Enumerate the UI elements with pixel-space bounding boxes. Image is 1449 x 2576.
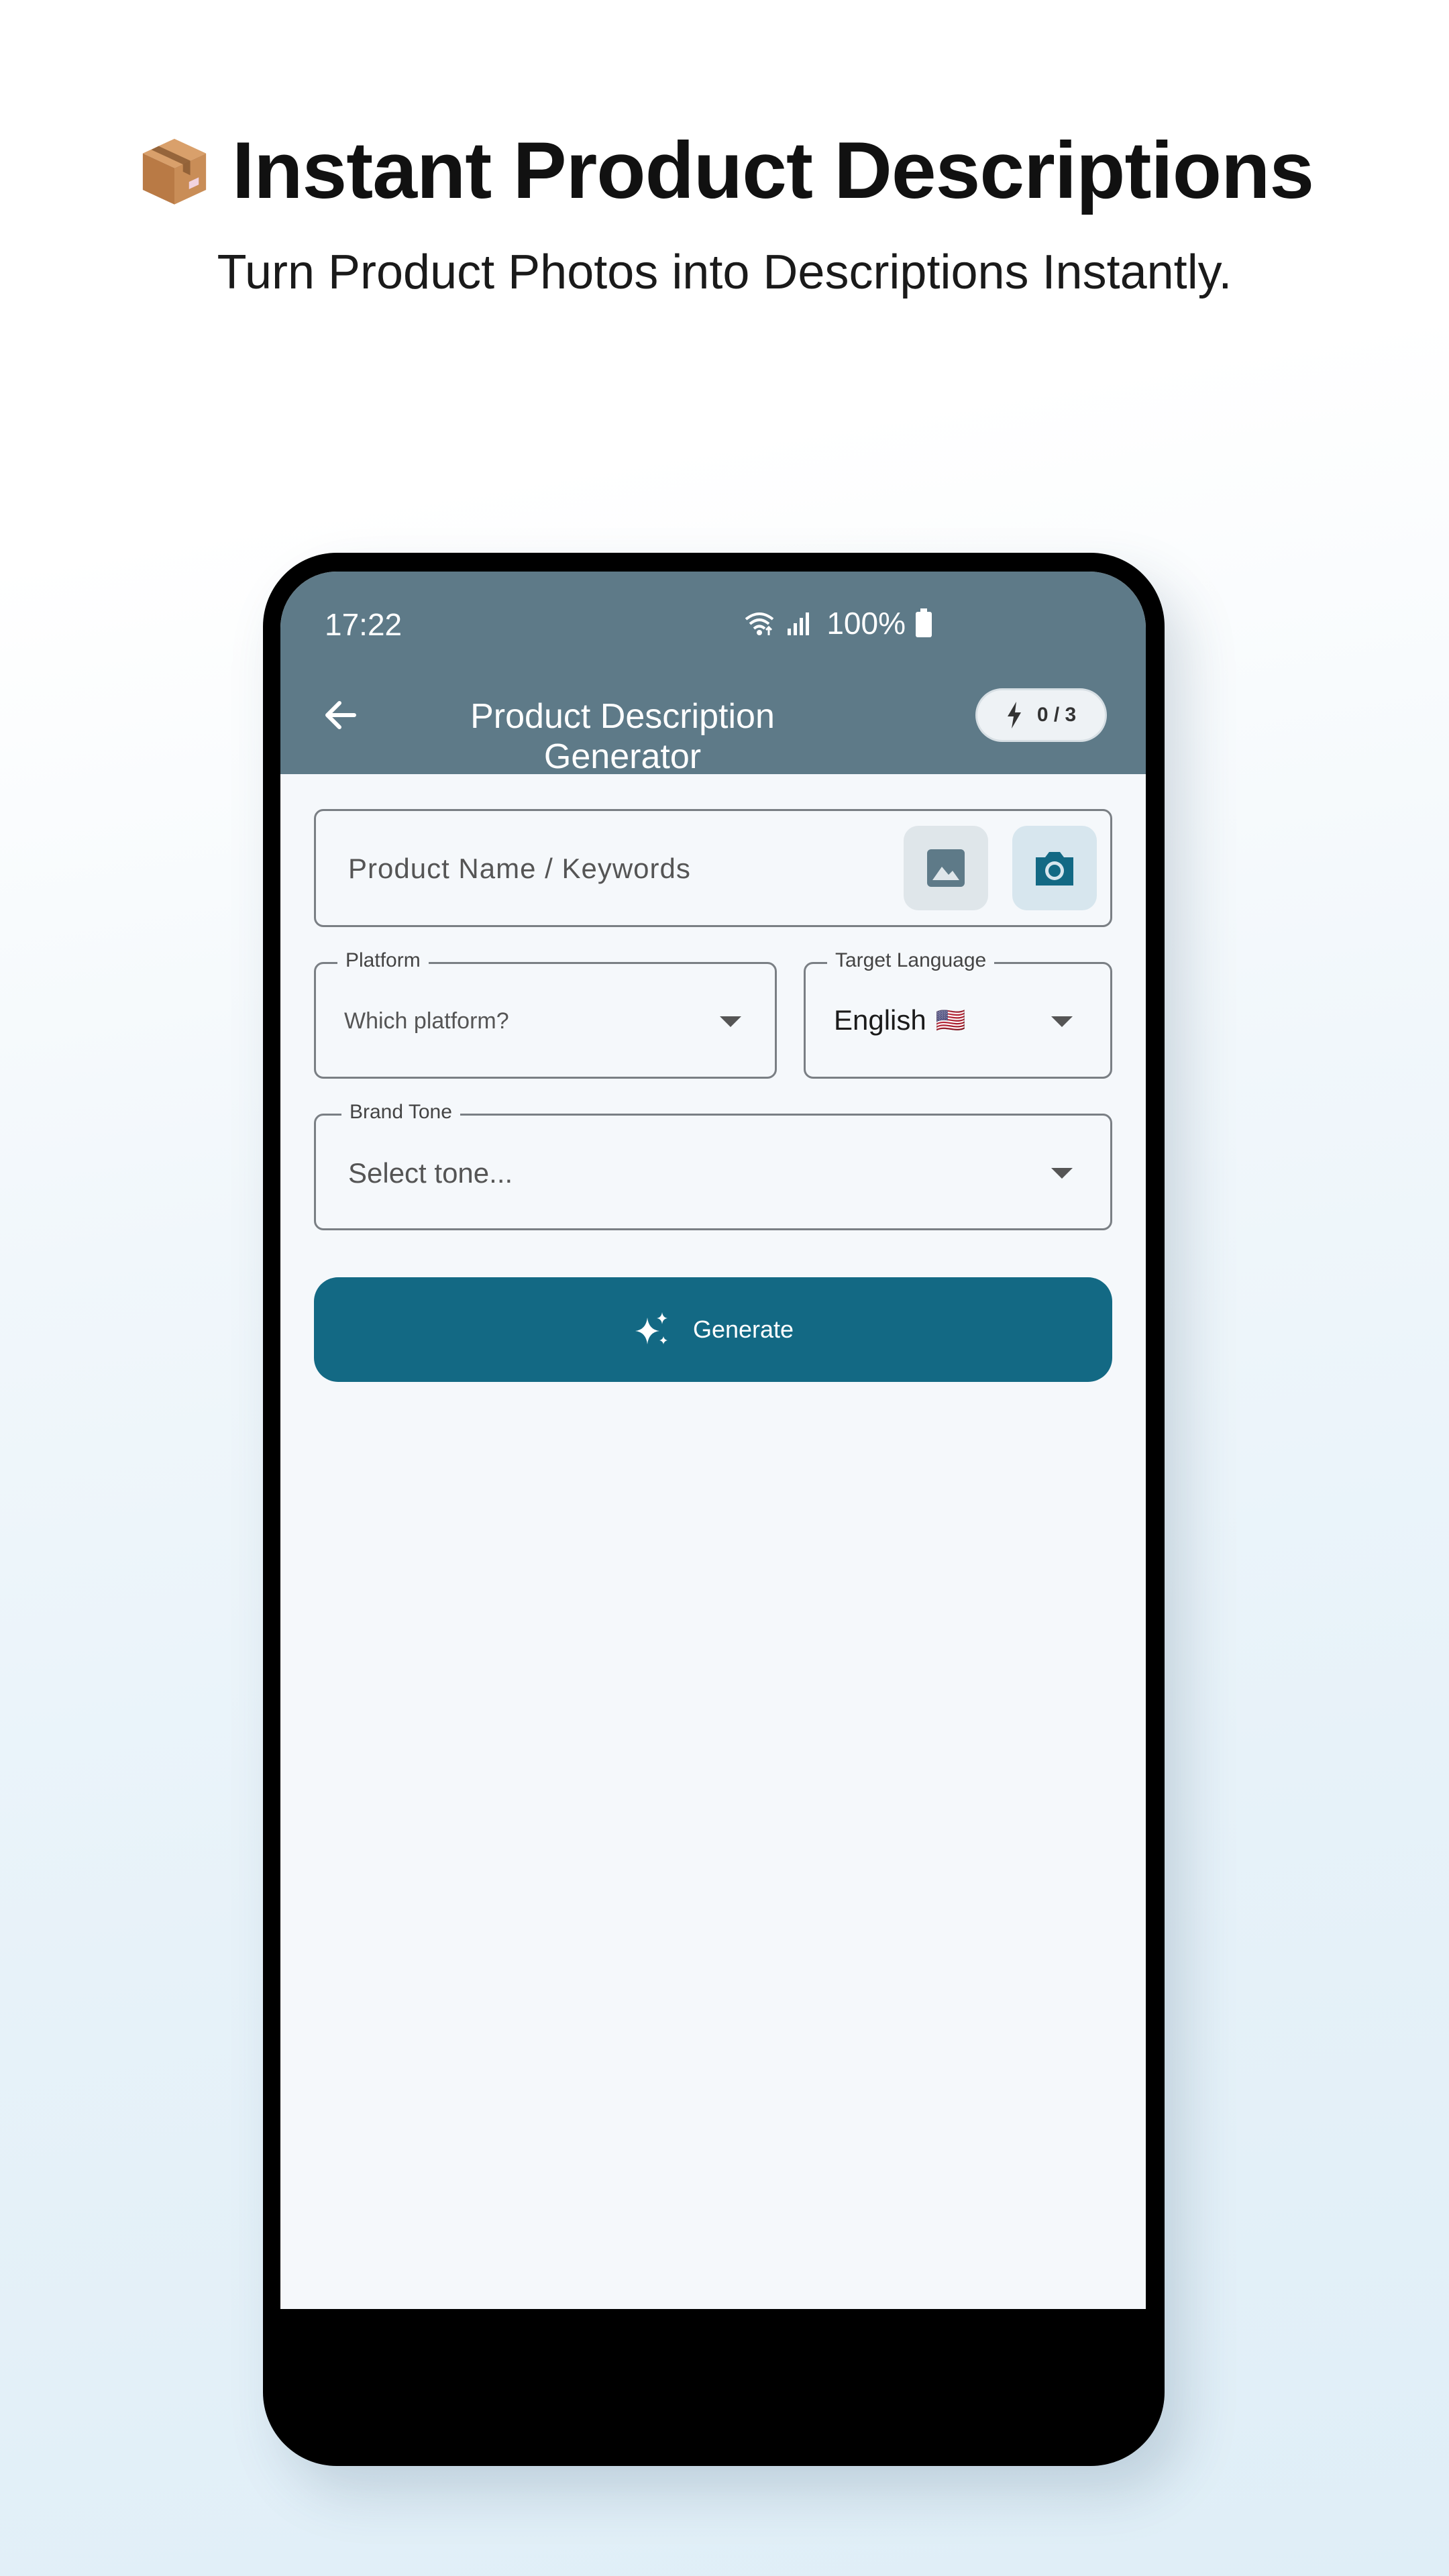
phone-bottom-bar xyxy=(280,2309,1146,2443)
app-bar: 17:22 100% Product Description Generator… xyxy=(280,572,1146,776)
product-name-field[interactable]: Product Name / Keywords xyxy=(314,809,1112,927)
app-bar-title: Product Description Generator xyxy=(470,697,775,776)
image-gallery-icon xyxy=(927,849,965,887)
language-name: English xyxy=(834,1004,926,1036)
product-name-placeholder: Product Name / Keywords xyxy=(348,853,691,884)
credits-count: 0 / 3 xyxy=(1036,704,1077,726)
platform-select[interactable]: Platform Which platform? xyxy=(314,949,777,1079)
credits-chip[interactable]: 0 / 3 xyxy=(975,688,1107,742)
promo-title: Instant Product Descriptions xyxy=(231,125,1314,215)
status-icons: 100% xyxy=(743,605,932,641)
platform-value: Which platform? xyxy=(344,1008,509,1034)
target-language-value: English 🇺🇸 xyxy=(834,1004,966,1036)
camera-icon xyxy=(1036,852,1073,885)
brand-tone-select[interactable]: Brand Tone Select tone... xyxy=(314,1101,1112,1230)
signal-icon xyxy=(788,612,810,635)
wifi-icon xyxy=(745,612,774,635)
target-language-label: Target Language xyxy=(827,949,995,972)
battery-percent: 100% xyxy=(826,606,906,641)
platform-label: Platform xyxy=(337,949,429,972)
phone-frame: 17:22 100% Product Description Generator… xyxy=(263,553,1165,2466)
chevron-down-icon xyxy=(1051,1016,1073,1027)
brand-tone-value: Select tone... xyxy=(348,1157,513,1189)
lightning-bolt-icon xyxy=(1007,702,1021,729)
arrow-left-icon xyxy=(325,701,356,729)
back-button[interactable] xyxy=(317,691,365,739)
target-language-select[interactable]: Target Language English 🇺🇸 xyxy=(804,949,1112,1079)
battery-icon xyxy=(916,608,932,637)
camera-button[interactable] xyxy=(1012,826,1097,910)
brand-tone-label: Brand Tone xyxy=(341,1101,460,1124)
us-flag-icon: 🇺🇸 xyxy=(935,1006,966,1034)
generate-button[interactable]: Generate xyxy=(314,1277,1112,1382)
generate-label: Generate xyxy=(692,1316,794,1343)
package-box-icon xyxy=(142,138,207,205)
chevron-down-icon xyxy=(1051,1168,1073,1179)
promo-subtitle: Turn Product Photos into Descriptions In… xyxy=(217,246,1232,299)
gallery-button[interactable] xyxy=(904,826,988,910)
app-screen: 17:22 100% Product Description Generator… xyxy=(280,572,1146,2309)
promo-title-row: Instant Product Descriptions xyxy=(0,124,1449,217)
sparkles-icon xyxy=(635,1312,667,1344)
chevron-down-icon xyxy=(720,1016,741,1027)
status-time: 17:22 xyxy=(325,607,402,642)
